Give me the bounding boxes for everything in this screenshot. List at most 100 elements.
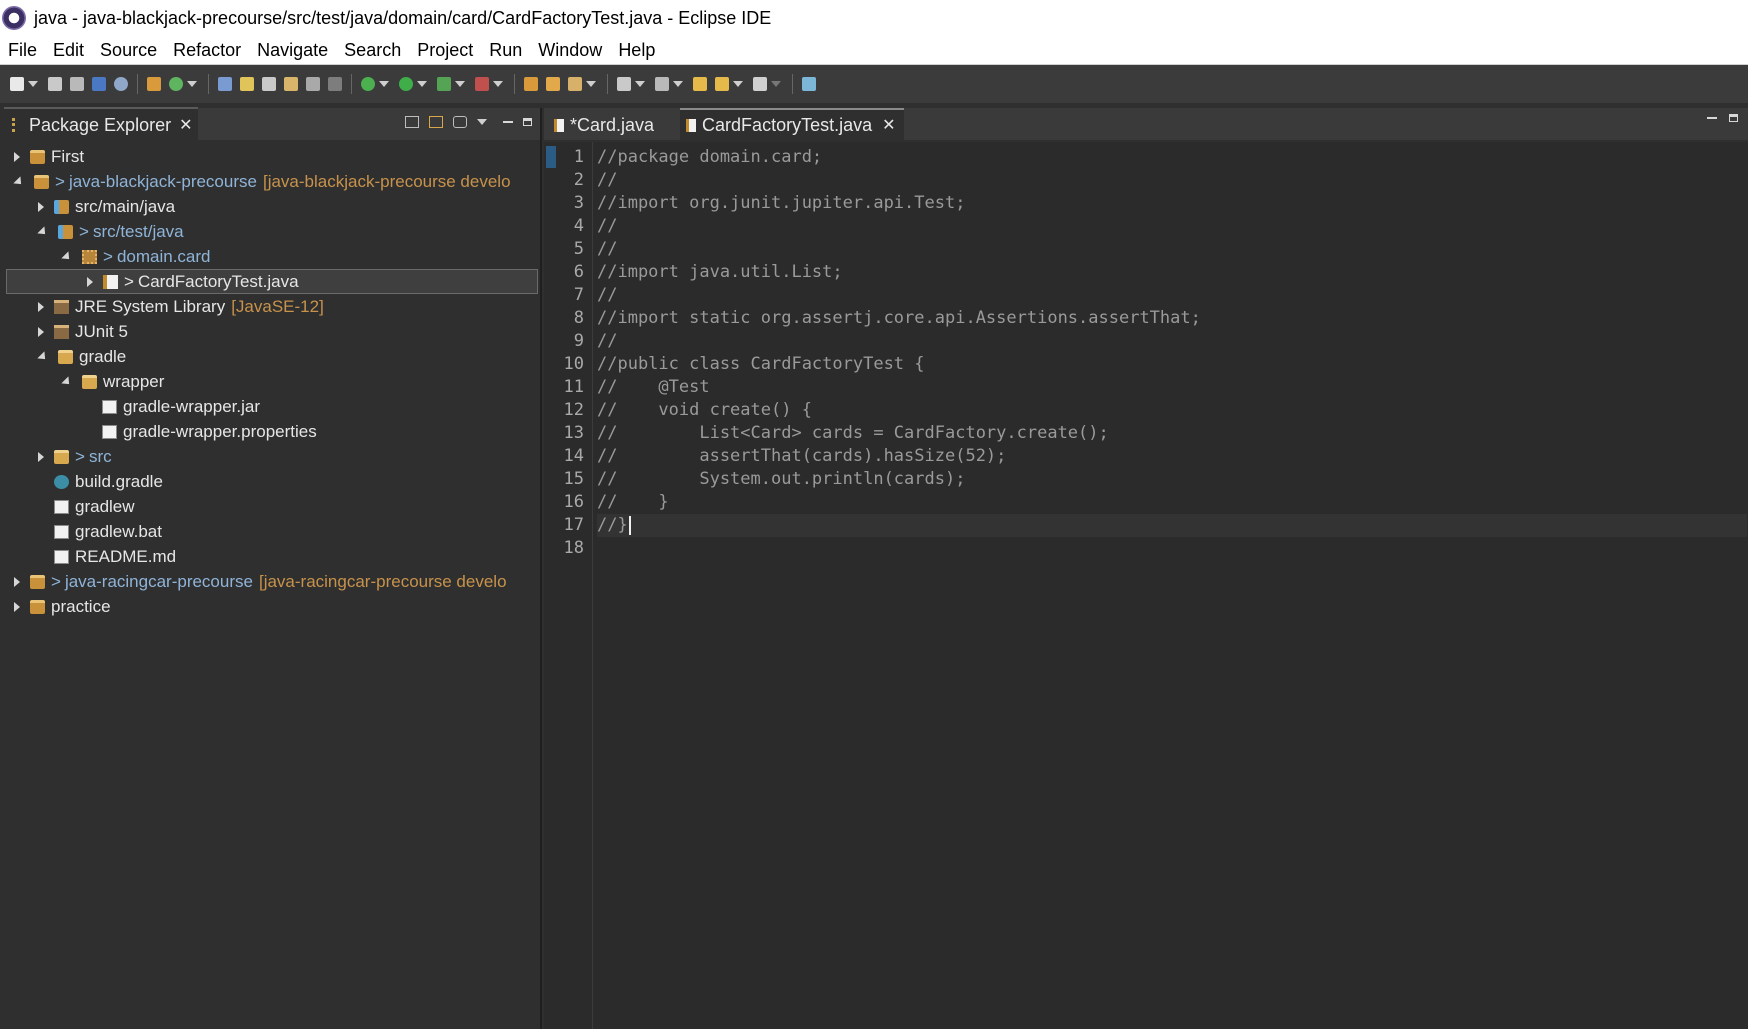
open-perspective-icon[interactable]: [802, 77, 816, 91]
collapse-icon[interactable]: [61, 250, 73, 263]
menu-run[interactable]: Run: [481, 40, 530, 61]
code-line[interactable]: //public class CardFactoryTest {: [597, 353, 1747, 376]
tab-package-explorer[interactable]: Package Explorer ✕: [4, 107, 199, 141]
code-line[interactable]: //: [597, 169, 1747, 192]
expand-icon[interactable]: [38, 326, 44, 337]
back-icon[interactable]: [715, 77, 729, 91]
tree-item-src-test-java[interactable]: > src/test/java: [37, 219, 184, 244]
current-code-line[interactable]: //}: [597, 514, 1747, 537]
collapse-icon[interactable]: [37, 225, 49, 238]
tree-item-gradlew-bat[interactable]: gradlew.bat: [38, 519, 162, 544]
toggle-breadcrumb-icon[interactable]: [262, 77, 276, 91]
expand-icon[interactable]: [87, 276, 93, 287]
tree-item-gradle-wrapper-properties[interactable]: gradle-wrapper.properties: [86, 419, 317, 444]
code-line[interactable]: //package domain.card;: [597, 146, 1747, 169]
collapse-icon[interactable]: [37, 350, 49, 363]
collapse-icon[interactable]: [61, 375, 73, 388]
coverage-dropdown-icon[interactable]: [455, 81, 465, 87]
new-package-icon[interactable]: [546, 77, 560, 91]
expand-icon[interactable]: [38, 301, 44, 312]
new-java-project-icon[interactable]: [524, 77, 538, 91]
menu-source[interactable]: Source: [92, 40, 165, 61]
tree-item-gradle[interactable]: gradle: [37, 344, 126, 369]
tree-item-readme-md[interactable]: README.md: [38, 544, 176, 569]
expand-icon[interactable]: [14, 151, 20, 162]
tree-item-junit-5[interactable]: JUnit 5: [38, 319, 128, 344]
menu-refactor[interactable]: Refactor: [165, 40, 249, 61]
tree-item-cardfactorytest-java[interactable]: > CardFactoryTest.java: [6, 269, 538, 294]
expand-icon[interactable]: [38, 201, 44, 212]
menu-help[interactable]: Help: [610, 40, 663, 61]
save-icon[interactable]: [48, 77, 62, 91]
tree-item-jre-system-library[interactable]: JRE System Library [JavaSE-12]: [38, 294, 324, 319]
code-text[interactable]: //package domain.card; // //import org.j…: [593, 142, 1748, 1029]
external-tools-icon[interactable]: [475, 77, 489, 91]
back-dropdown-icon[interactable]: [733, 81, 743, 87]
collapse-icon[interactable]: [13, 175, 25, 188]
external-tools-dropdown-icon[interactable]: [493, 81, 503, 87]
close-icon[interactable]: ✕: [179, 115, 192, 135]
tree-item-gradlew[interactable]: gradlew: [38, 494, 135, 519]
terminal-icon[interactable]: [92, 77, 106, 91]
open-type-icon[interactable]: [147, 77, 161, 91]
code-line[interactable]: [597, 537, 1747, 560]
show-whitespace-icon[interactable]: [306, 77, 320, 91]
view-menu-icon[interactable]: [477, 119, 487, 125]
code-editor[interactable]: 1 2 3 4 5 6 7 8 9 10 11 12 13 14 15 16 1…: [544, 142, 1748, 1029]
last-edit-location-icon[interactable]: [693, 77, 707, 91]
menu-navigate[interactable]: Navigate: [249, 40, 336, 61]
refresh-dropdown-icon[interactable]: [187, 81, 197, 87]
previous-annotation-dropdown-icon[interactable]: [673, 81, 683, 87]
open-task-icon[interactable]: [218, 77, 232, 91]
new-dropdown-icon[interactable]: [28, 81, 38, 87]
tree-item-gradle-wrapper-jar[interactable]: gradle-wrapper.jar: [86, 394, 260, 419]
close-icon[interactable]: ✕: [882, 115, 895, 135]
collapse-all-icon[interactable]: [405, 116, 419, 128]
code-line[interactable]: // System.out.println(cards);: [597, 468, 1747, 491]
menu-search[interactable]: Search: [336, 40, 409, 61]
code-line[interactable]: // void create() {: [597, 399, 1747, 422]
block-selection-icon[interactable]: [284, 77, 298, 91]
menu-window[interactable]: Window: [530, 40, 610, 61]
tree-item-domain-card[interactable]: > domain.card: [61, 244, 211, 269]
code-line[interactable]: //: [597, 330, 1747, 353]
code-line[interactable]: //import static org.assertj.core.api.Ass…: [597, 307, 1747, 330]
skip-breakpoints-icon[interactable]: [114, 77, 128, 91]
run-dropdown-icon[interactable]: [417, 81, 427, 87]
debug-dropdown-icon[interactable]: [379, 81, 389, 87]
expand-icon[interactable]: [38, 451, 44, 462]
minimize-icon[interactable]: [1707, 117, 1717, 119]
next-annotation-icon[interactable]: [617, 77, 631, 91]
forward-icon[interactable]: [753, 77, 767, 91]
forward-dropdown-icon[interactable]: [771, 81, 781, 87]
expand-icon[interactable]: [14, 576, 20, 587]
new-class-icon[interactable]: [568, 77, 582, 91]
tree-item-src-main-java[interactable]: src/main/java: [38, 194, 175, 219]
menu-project[interactable]: Project: [409, 40, 481, 61]
new-icon[interactable]: [10, 77, 24, 91]
maximize-icon[interactable]: [523, 118, 532, 126]
menu-file[interactable]: File: [0, 40, 45, 61]
maximize-icon[interactable]: [1729, 114, 1738, 122]
minimize-icon[interactable]: [503, 121, 513, 123]
previous-annotation-icon[interactable]: [655, 77, 669, 91]
link-with-editor-icon[interactable]: [429, 116, 443, 128]
coverage-icon[interactable]: [437, 77, 451, 91]
expand-icon[interactable]: [14, 601, 20, 612]
refresh-icon[interactable]: [169, 77, 183, 91]
code-line[interactable]: // assertThat(cards).hasSize(52);: [597, 445, 1747, 468]
tree-item-src[interactable]: > src: [38, 444, 112, 469]
tree-item-practice[interactable]: practice: [14, 594, 111, 619]
tree-item-wrapper[interactable]: wrapper: [61, 369, 164, 394]
tree-item-java-blackjack-precourse[interactable]: > java-blackjack-precourse [java-blackja…: [13, 169, 511, 194]
tree-item-first[interactable]: First: [14, 144, 84, 169]
code-line[interactable]: // List<Card> cards = CardFactory.create…: [597, 422, 1747, 445]
run-icon[interactable]: [399, 77, 413, 91]
code-line[interactable]: // @Test: [597, 376, 1747, 399]
tab-card-java[interactable]: *Card.java: [548, 110, 662, 140]
tree-item-build-gradle[interactable]: build.gradle: [38, 469, 163, 494]
tree-item-java-racingcar-precourse[interactable]: > java-racingcar-precourse [java-racingc…: [14, 569, 507, 594]
code-line[interactable]: //import org.junit.jupiter.api.Test;: [597, 192, 1747, 215]
code-line[interactable]: // }: [597, 491, 1747, 514]
save-all-icon[interactable]: [70, 77, 84, 91]
